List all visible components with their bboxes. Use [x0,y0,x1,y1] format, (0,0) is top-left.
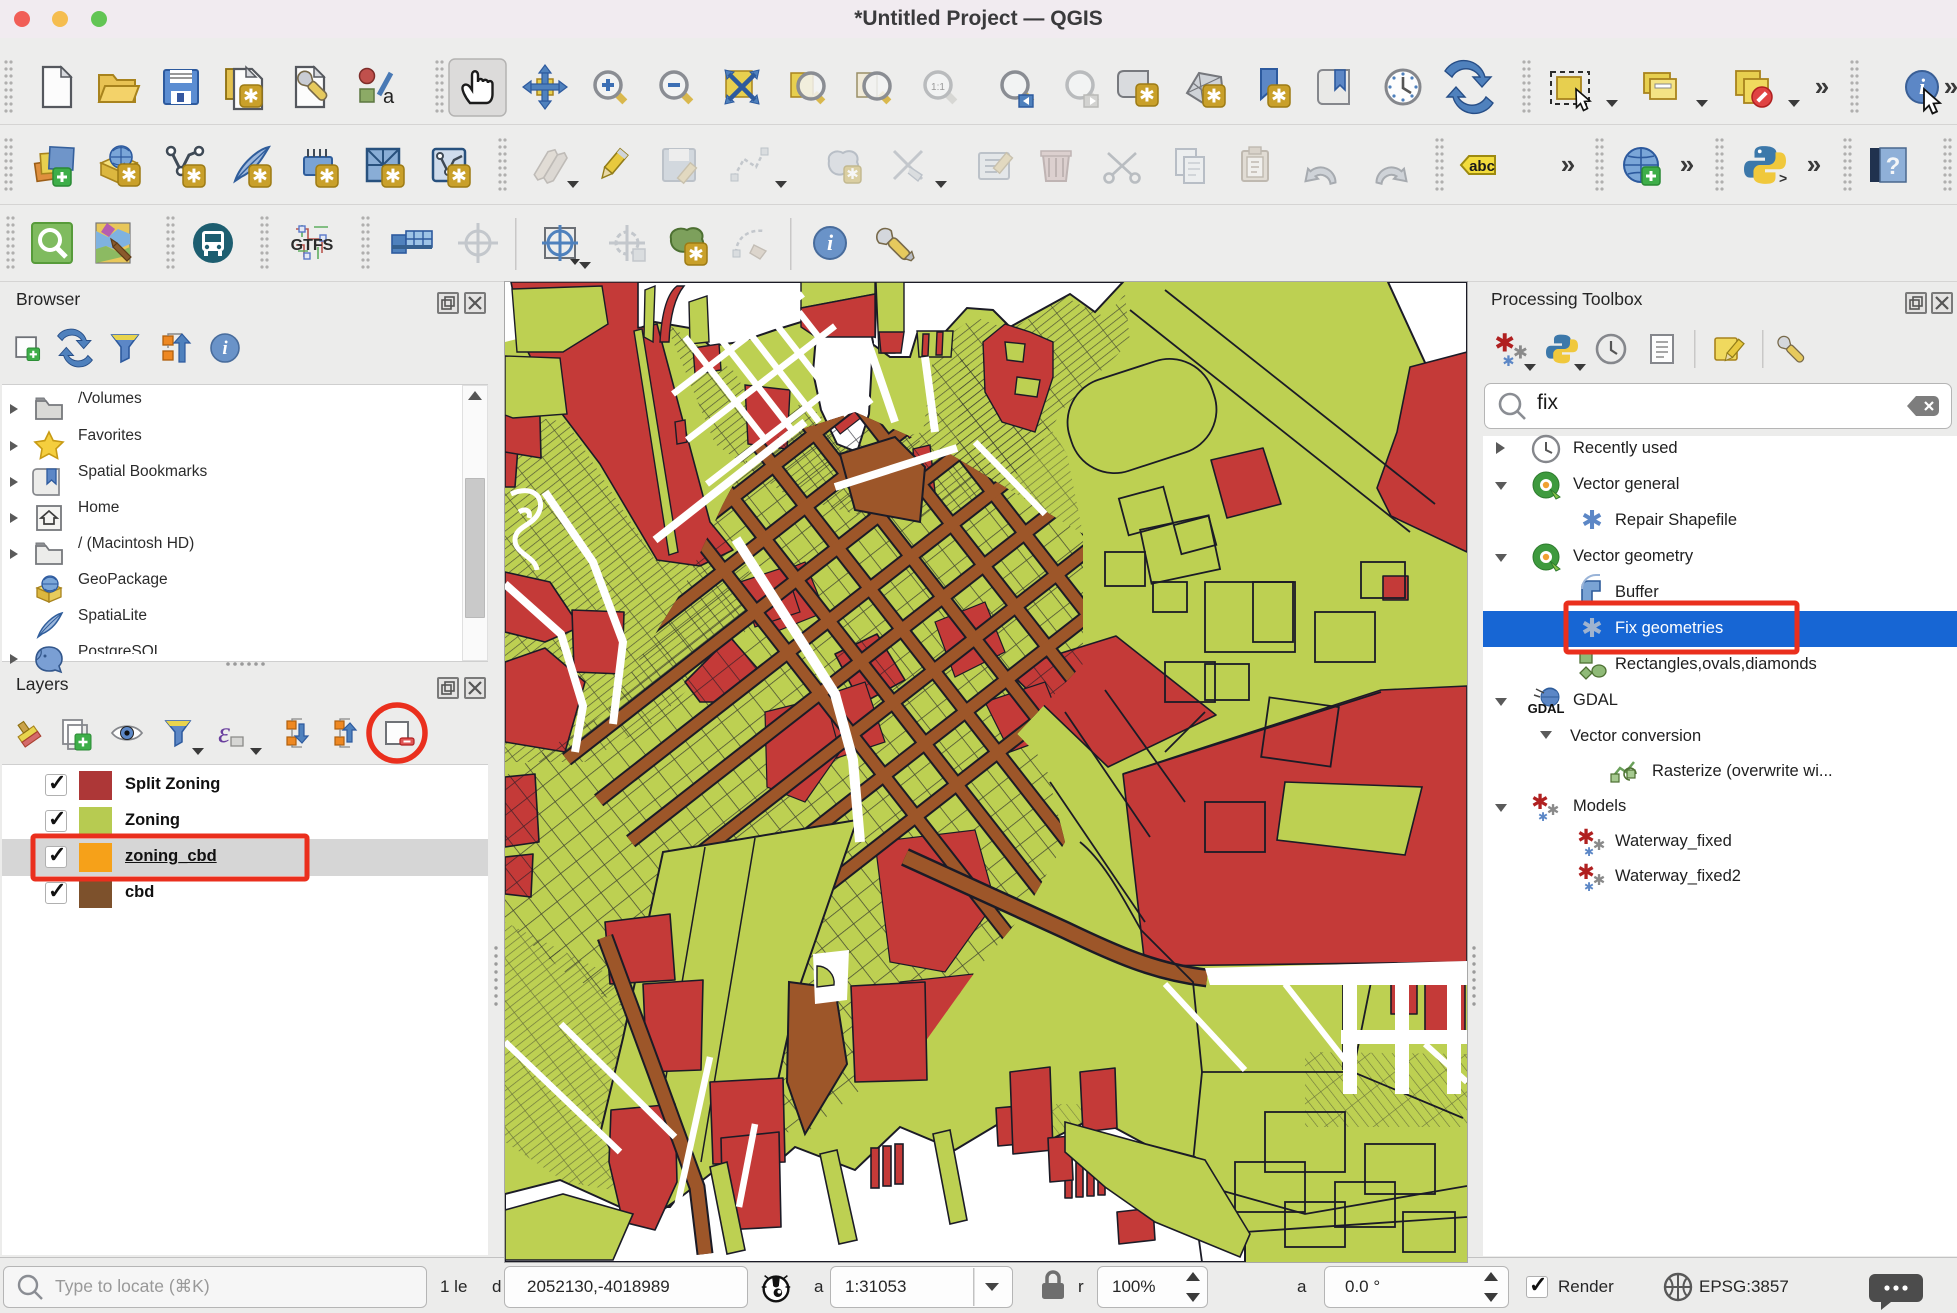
svg-text:✱: ✱ [1581,505,1603,535]
svg-text:✱: ✱ [1584,845,1594,859]
svg-text:✱: ✱ [1593,837,1606,854]
svg-text:✱: ✱ [1538,810,1548,824]
svg-text:GTFS: GTFS [291,237,334,254]
svg-text:✱: ✱ [1584,880,1594,894]
svg-text:✱: ✱ [451,167,467,188]
svg-text:i: i [827,230,834,255]
svg-text:✱: ✱ [252,167,268,188]
svg-text:GDAL: GDAL [1528,701,1565,716]
svg-text:a: a [383,86,395,108]
svg-text:>: > [1779,170,1787,186]
svg-text:✱: ✱ [1513,343,1528,363]
svg-text:✱: ✱ [688,245,704,266]
svg-text:✱: ✱ [1206,87,1222,108]
svg-text:✱: ✱ [1547,802,1560,819]
svg-text:✱: ✱ [1271,87,1287,108]
svg-text:»: » [1680,149,1694,179]
svg-text:✱: ✱ [846,166,859,183]
svg-text:1:1: 1:1 [931,82,945,93]
svg-text:✱: ✱ [186,167,202,188]
svg-text:✱: ✱ [243,87,259,108]
svg-text:✱: ✱ [1502,354,1514,370]
svg-text:ε: ε [218,716,230,749]
svg-text:✱: ✱ [319,167,335,188]
svg-text:i: i [222,338,228,359]
svg-text:?: ? [1886,153,1901,180]
svg-text:✱: ✱ [1581,613,1603,643]
svg-text:✱: ✱ [121,166,137,187]
svg-text:✱: ✱ [385,167,401,188]
svg-text:»: » [1807,149,1821,179]
svg-text:abc: abc [1469,158,1495,175]
svg-text:»: » [1815,71,1829,101]
svg-text:✱: ✱ [1593,872,1606,889]
svg-text:✱: ✱ [1139,86,1155,107]
svg-text:»: » [1561,149,1575,179]
svg-text:»: » [1944,71,1957,101]
